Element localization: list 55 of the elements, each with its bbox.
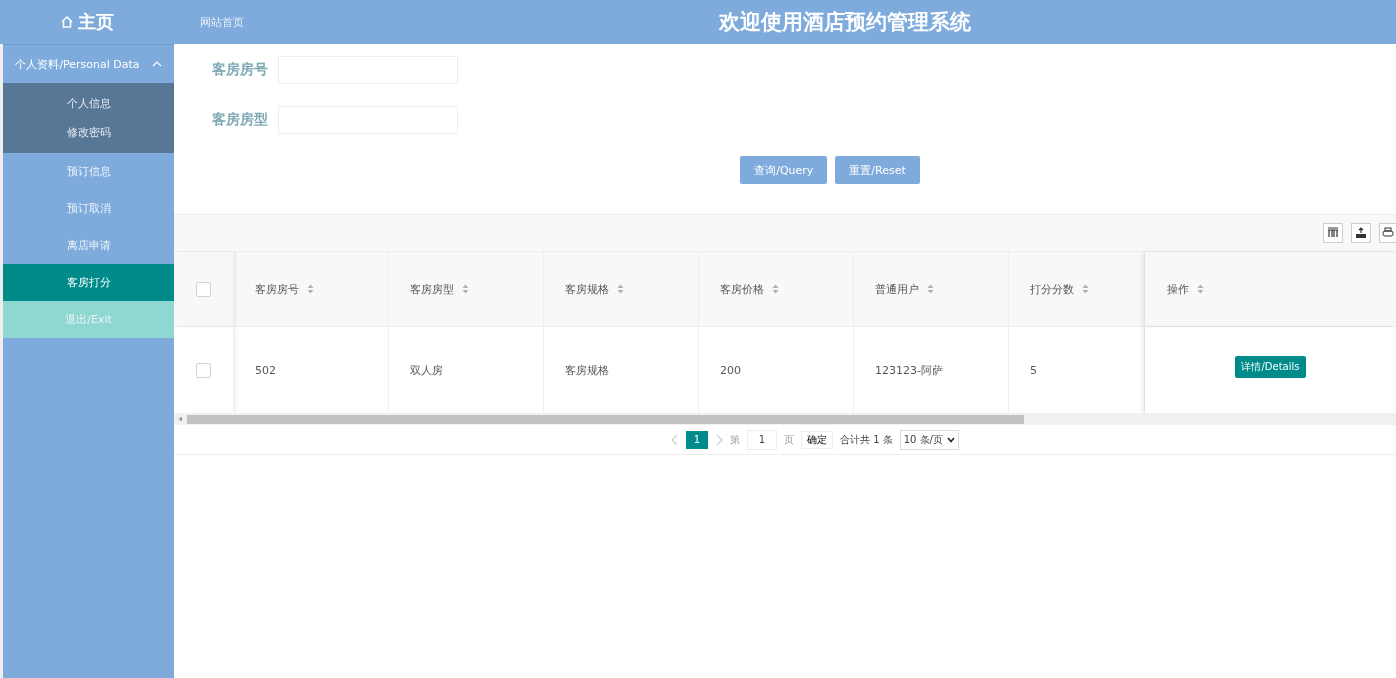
scroll-left-icon[interactable] <box>178 416 183 422</box>
home-title[interactable]: 主页 <box>78 10 114 34</box>
search-button[interactable]: 重置/Reset <box>835 156 920 184</box>
column-header[interactable]: 客房价格 <box>720 281 764 297</box>
search-button[interactable]: 查询/Query <box>740 156 828 184</box>
sidebar-item[interactable]: 预订取消 <box>3 190 174 227</box>
checkbox[interactable] <box>196 362 211 378</box>
field-label: 客房房型 <box>212 111 268 129</box>
total-count: 合计共 1 条 <box>840 432 893 447</box>
sort-icon[interactable] <box>927 284 934 294</box>
columns-icon <box>1327 227 1339 239</box>
confirm-button[interactable]: 确定 <box>801 430 833 449</box>
page-size-select[interactable]: 10 条/页 <box>899 429 959 450</box>
table-cell: 123123-阿萨 <box>875 362 943 378</box>
table-cell: 5 <box>1030 363 1037 377</box>
goto-label: 页 <box>784 432 794 447</box>
export-button[interactable] <box>1351 223 1371 243</box>
column-header[interactable]: 操作 <box>1167 281 1189 297</box>
table-cell: 客房规格 <box>565 362 609 378</box>
table-cell: 双人房 <box>410 362 443 378</box>
table-cell: 502 <box>255 363 276 377</box>
sort-icon[interactable] <box>617 284 624 294</box>
column-header[interactable]: 客房房型 <box>410 281 454 297</box>
goto-label: 第 <box>730 432 740 447</box>
next-page-icon[interactable] <box>715 433 723 446</box>
print-button[interactable] <box>1379 223 1396 243</box>
chevron-down-icon <box>947 436 955 443</box>
column-header[interactable]: 客房规格 <box>565 281 609 297</box>
sidebar-item[interactable]: 客房打分 <box>3 264 174 301</box>
sort-icon[interactable] <box>462 284 469 294</box>
breadcrumb-link[interactable]: 网站首页 <box>174 14 294 30</box>
page-button[interactable]: 1 <box>686 430 708 449</box>
column-header[interactable]: 打分分数 <box>1030 281 1074 297</box>
column-header[interactable]: 普通用户 <box>875 281 919 297</box>
checkbox[interactable] <box>196 281 211 297</box>
sort-icon[interactable] <box>1197 284 1204 294</box>
scrollbar[interactable] <box>174 413 1396 425</box>
sort-icon[interactable] <box>772 284 779 294</box>
printer-icon <box>1382 227 1394 239</box>
columns-button[interactable] <box>1323 223 1343 243</box>
sidebar-item[interactable]: 离店申请 <box>3 227 174 264</box>
details-button[interactable]: 详情/Details <box>1235 356 1306 378</box>
sort-icon[interactable] <box>307 284 314 294</box>
column-header[interactable]: 客房房号 <box>255 281 299 297</box>
previous-page-icon[interactable] <box>671 433 679 446</box>
home-icon <box>60 15 74 29</box>
page-title: 欢迎使用酒店预约管理系统 <box>719 9 971 36</box>
sidebar-subitem[interactable]: 修改密码 <box>3 118 174 147</box>
page-input[interactable]: 1 <box>747 429 777 450</box>
sidebar-subitem[interactable]: 个人信息 <box>3 89 174 118</box>
sidebar-item[interactable]: 预订信息 <box>3 153 174 190</box>
table-cell: 200 <box>720 363 741 377</box>
field-label: 客房房号 <box>212 61 268 79</box>
sort-icon[interactable] <box>1082 284 1089 294</box>
tray-icon <box>1355 227 1367 239</box>
